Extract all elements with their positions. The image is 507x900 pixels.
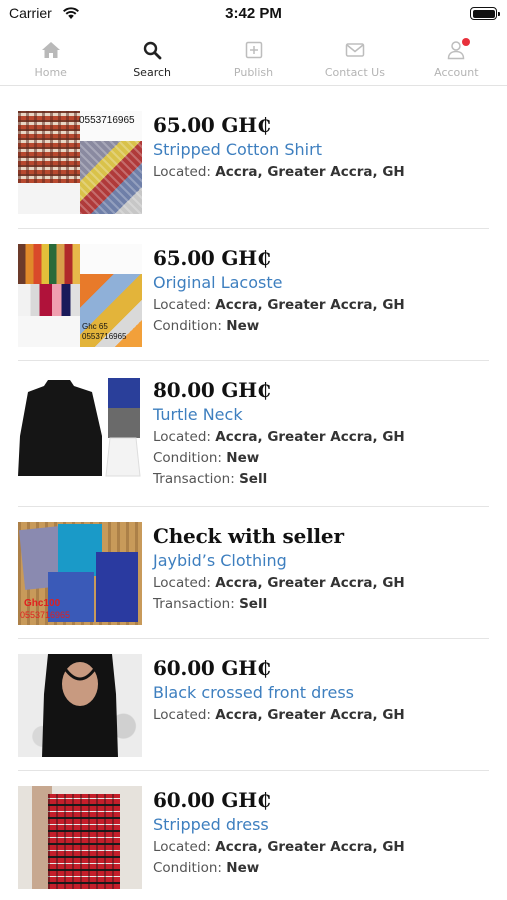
listing-price: Check with seller [153, 524, 344, 548]
status-time: 3:42 PM [225, 5, 282, 22]
listing-title[interactable]: Turtle Neck [153, 403, 405, 427]
listing-transaction: Transaction: Sell [153, 471, 268, 487]
turtleneck-image [18, 378, 141, 477]
status-bar: Carrier 3:42 PM [0, 0, 507, 30]
listing-thumbnail[interactable]: Ghc 65 0553716965 [18, 244, 142, 347]
listing-price: 60.00 GH₵ [153, 656, 271, 680]
thumbnail-phone-text: 0553716965 [79, 115, 135, 126]
listing-location: Located: Accra, Greater Accra, GH [153, 429, 405, 445]
tab-contact-us-label: Contact Us [324, 66, 385, 79]
tab-publish[interactable]: Publish [203, 30, 304, 85]
listing-item[interactable]: Ghc100 0553716965 Check with seller Jayb… [18, 507, 489, 639]
listing-list: 0553716965 65.00 GH₵ Stripped Cotton Shi… [0, 96, 507, 900]
tab-home-label: Home [34, 66, 67, 79]
tab-publish-label: Publish [233, 66, 274, 79]
tab-search[interactable]: Search [101, 30, 202, 85]
listing-price: 65.00 GH₵ [153, 246, 271, 270]
envelope-icon [345, 43, 365, 57]
listing-location: Located: Accra, Greater Accra, GH [153, 707, 405, 723]
listing-title[interactable]: Original Lacoste [153, 271, 405, 295]
search-icon [143, 41, 162, 59]
listing-thumbnail[interactable]: Ghc100 0553716965 [18, 522, 142, 625]
listing-thumbnail[interactable] [18, 654, 142, 757]
thumbnail-price-text: Ghc 65 [82, 322, 108, 331]
tab-home[interactable]: Home [0, 30, 101, 85]
listing-item[interactable]: Ghc 65 0553716965 65.00 GH₵ Original Lac… [18, 229, 489, 361]
listing-item[interactable]: 60.00 GH₵ Black crossed front dress Loca… [18, 639, 489, 771]
plus-square-icon [245, 41, 262, 59]
listing-item[interactable]: 0553716965 65.00 GH₵ Stripped Cotton Shi… [18, 96, 489, 229]
tab-search-label: Search [133, 66, 171, 79]
listing-thumbnail[interactable] [18, 786, 142, 889]
listing-location: Located: Accra, Greater Accra, GH [153, 297, 405, 313]
listing-location: Located: Accra, Greater Accra, GH [153, 575, 405, 591]
thumbnail-phone-text: 0553716965 [82, 332, 127, 341]
listing-price: 65.00 GH₵ [153, 113, 271, 137]
listing-thumbnail[interactable]: 0553716965 [18, 111, 142, 214]
dress-image [42, 654, 118, 757]
tab-account-label: Account [434, 66, 479, 79]
listing-title[interactable]: Jaybid’s Clothing [153, 549, 405, 573]
listing-transaction: Transaction: Sell [153, 596, 268, 612]
listing-title[interactable]: Black crossed front dress [153, 681, 405, 705]
battery-icon [470, 7, 500, 20]
listing-price: 60.00 GH₵ [153, 788, 271, 812]
tab-bar: Home Search Publish Contact Us Account [0, 30, 507, 86]
thumbnail-phone-text: 0553716965 [20, 610, 71, 620]
listing-title[interactable]: Stripped Cotton Shirt [153, 138, 405, 162]
listing-item[interactable]: 60.00 GH₵ Stripped dress Located: Accra,… [18, 771, 489, 900]
tab-account[interactable]: Account [406, 30, 507, 85]
notification-dot [462, 38, 471, 46]
listing-title[interactable]: Stripped dress [153, 813, 405, 837]
listing-condition: Condition: New [153, 860, 260, 876]
listing-location: Located: Accra, Greater Accra, GH [153, 839, 405, 855]
listing-condition: Condition: New [153, 318, 260, 334]
thumbnail-price-text: Ghc100 [24, 598, 61, 609]
listing-thumbnail[interactable] [18, 376, 142, 479]
listing-item[interactable]: 80.00 GH₵ Turtle Neck Located: Accra, Gr… [18, 361, 489, 507]
tab-contact-us[interactable]: Contact Us [304, 30, 405, 85]
listing-price: 80.00 GH₵ [153, 378, 271, 402]
home-icon [41, 42, 60, 58]
listing-location: Located: Accra, Greater Accra, GH [153, 164, 405, 180]
listing-condition: Condition: New [153, 450, 260, 466]
